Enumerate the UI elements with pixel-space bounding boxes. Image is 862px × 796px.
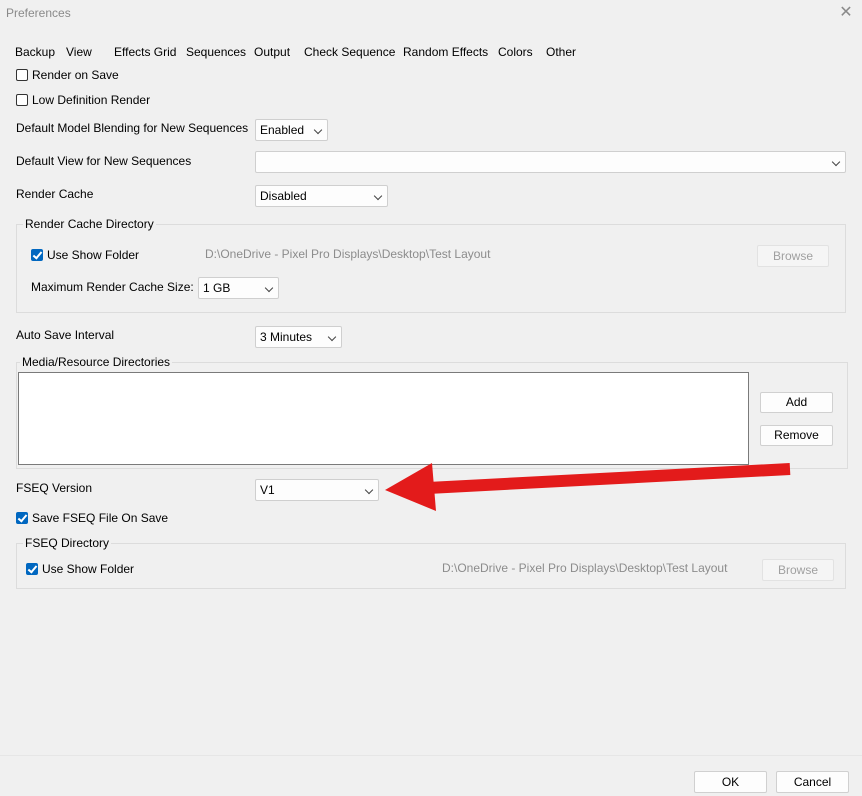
red-arrow-annotation bbox=[385, 463, 791, 511]
tab-other[interactable]: Other bbox=[542, 44, 580, 60]
tab-colors[interactable]: Colors bbox=[494, 44, 537, 60]
save-fseq-checkbox[interactable] bbox=[16, 512, 28, 524]
render-cache-dropdown[interactable]: Disabled bbox=[255, 185, 388, 207]
model-blending-label: Default Model Blending for New Sequences bbox=[16, 121, 249, 135]
chevron-down-icon bbox=[373, 191, 383, 201]
render-on-save-label: Render on Save bbox=[32, 68, 119, 82]
chevron-down-icon bbox=[313, 125, 323, 135]
max-cache-size-label: Maximum Render Cache Size: bbox=[31, 280, 194, 294]
model-blending-value: Enabled bbox=[260, 123, 305, 137]
chevron-down-icon bbox=[831, 157, 841, 167]
fseq-use-show-folder-checkbox[interactable] bbox=[26, 563, 38, 575]
low-def-render-label: Low Definition Render bbox=[32, 93, 151, 107]
render-cache-directory-group bbox=[16, 224, 846, 313]
fseq-use-show-folder-label: Use Show Folder bbox=[42, 562, 135, 576]
remove-directory-button[interactable]: Remove bbox=[760, 425, 833, 446]
fseq-directory-title: FSEQ Directory bbox=[23, 536, 112, 550]
render-cache-path: D:\OneDrive - Pixel Pro Displays\Desktop… bbox=[205, 247, 491, 261]
close-icon[interactable]: ✕ bbox=[838, 2, 854, 22]
tab-sequences[interactable]: Sequences bbox=[182, 44, 250, 60]
render-on-save-checkbox[interactable] bbox=[16, 69, 28, 81]
tab-check-sequence[interactable]: Check Sequence bbox=[300, 44, 399, 60]
chevron-down-icon bbox=[264, 283, 274, 293]
tab-view[interactable]: View bbox=[62, 44, 96, 60]
max-cache-size-value: 1 GB bbox=[203, 281, 231, 295]
fseq-browse-button[interactable]: Browse bbox=[762, 559, 834, 581]
chevron-down-icon bbox=[364, 485, 374, 495]
max-cache-size-dropdown[interactable]: 1 GB bbox=[198, 277, 279, 299]
cancel-button[interactable]: Cancel bbox=[776, 771, 849, 793]
render-cache-label: Render Cache bbox=[16, 187, 94, 201]
render-cache-browse-button[interactable]: Browse bbox=[757, 245, 829, 267]
fseq-path: D:\OneDrive - Pixel Pro Displays\Desktop… bbox=[442, 561, 728, 575]
default-view-dropdown[interactable] bbox=[255, 151, 846, 173]
render-cache-directory-title: Render Cache Directory bbox=[23, 217, 156, 231]
media-directories-title: Media/Resource Directories bbox=[20, 355, 173, 369]
window-title: Preferences bbox=[6, 6, 71, 20]
footer-separator bbox=[0, 755, 862, 756]
ok-button[interactable]: OK bbox=[694, 771, 767, 793]
render-cache-use-show-folder-checkbox[interactable] bbox=[31, 249, 43, 261]
tab-backup[interactable]: Backup bbox=[11, 44, 59, 60]
auto-save-dropdown[interactable]: 3 Minutes bbox=[255, 326, 342, 348]
tab-output[interactable]: Output bbox=[250, 44, 294, 60]
default-view-label: Default View for New Sequences bbox=[16, 154, 192, 168]
tab-effects-grid[interactable]: Effects Grid bbox=[110, 44, 180, 60]
tab-random-effects[interactable]: Random Effects bbox=[399, 44, 492, 60]
low-def-render-checkbox[interactable] bbox=[16, 94, 28, 106]
model-blending-dropdown[interactable]: Enabled bbox=[255, 119, 328, 141]
auto-save-value: 3 Minutes bbox=[260, 330, 313, 344]
auto-save-label: Auto Save Interval bbox=[16, 328, 115, 342]
fseq-version-label: FSEQ Version bbox=[16, 481, 93, 495]
save-fseq-label: Save FSEQ File On Save bbox=[32, 511, 169, 525]
media-directories-list[interactable] bbox=[18, 372, 749, 465]
fseq-version-value: V1 bbox=[260, 483, 275, 497]
fseq-version-dropdown[interactable]: V1 bbox=[255, 479, 379, 501]
render-cache-use-show-folder-label: Use Show Folder bbox=[47, 248, 140, 262]
add-directory-button[interactable]: Add bbox=[760, 392, 833, 413]
render-cache-value: Disabled bbox=[260, 189, 307, 203]
chevron-down-icon bbox=[327, 332, 337, 342]
